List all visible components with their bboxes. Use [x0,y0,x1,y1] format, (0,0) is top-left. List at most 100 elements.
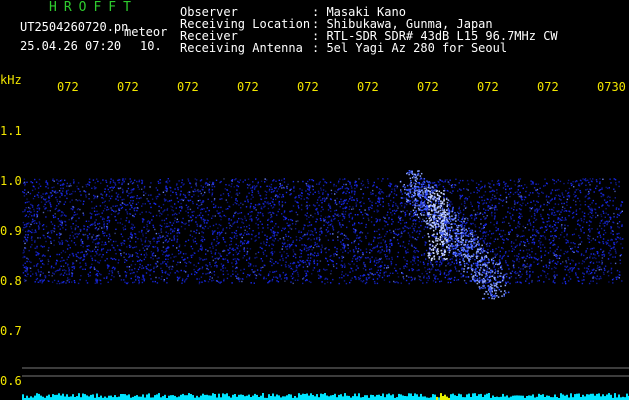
noise-pixel [24,183,26,185]
noise-pixel [618,221,621,223]
noise-pixel [236,267,238,269]
noise-pixel [421,254,423,256]
noise-pixel [377,261,379,264]
noise-pixel [377,178,379,180]
noise-pixel [420,279,422,282]
noise-pixel [165,231,167,233]
noise-pixel [56,282,58,285]
noise-pixel [367,273,369,276]
noise-pixel [470,217,473,219]
noise-pixel [349,263,351,266]
noise-pixel [401,272,404,274]
noise-pixel [286,278,288,281]
noise-pixel [211,230,214,232]
noise-pixel [128,221,130,224]
noise-pixel [409,218,411,220]
noise-pixel [577,219,580,221]
noise-pixel [308,230,310,232]
noise-pixel [550,192,552,195]
noise-pixel [40,245,42,247]
noise-pixel [344,207,347,210]
noise-pixel [44,255,46,257]
noise-pixel [246,276,248,278]
noise-pixel [214,206,217,208]
noise-pixel [235,199,237,201]
noise-pixel [224,241,226,243]
noise-pixel [167,261,169,263]
noise-pixel [242,278,244,280]
noise-pixel [167,232,169,235]
noise-pixel [165,185,167,188]
noise-pixel [353,193,356,196]
noise-pixel [132,224,134,226]
noise-pixel [62,274,65,276]
noise-pixel [574,246,576,248]
noise-pixel [160,263,162,265]
noise-pixel [144,245,146,247]
noise-pixel [269,271,271,273]
noise-pixel [494,256,496,258]
noise-pixel [528,282,530,285]
noise-pixel [95,187,97,189]
noise-pixel [39,223,41,225]
noise-pixel [552,281,554,283]
noise-pixel [456,261,458,263]
noise-pixel [94,182,96,184]
noise-pixel [473,191,475,193]
noise-pixel [273,234,276,236]
noise-pixel [152,258,154,260]
noise-pixel [515,272,517,275]
noise-pixel [240,207,242,209]
noise-pixel [48,271,50,273]
noise-pixel [50,205,52,208]
noise-pixel [53,186,55,188]
noise-pixel [121,199,123,201]
noise-pixel [138,281,140,283]
noise-pixel [271,248,273,250]
noise-pixel [216,266,218,268]
noise-pixel [426,272,428,275]
noise-pixel [369,268,371,271]
noise-pixel [463,279,466,282]
noise-pixel [345,273,347,275]
noise-pixel [600,227,603,230]
noise-pixel [532,221,535,223]
noise-pixel [451,244,453,247]
noise-pixel [562,206,564,208]
noise-pixel [370,216,373,218]
noise-pixel [41,225,44,227]
noise-pixel [513,206,515,208]
noise-pixel [41,263,44,265]
noise-pixel [458,206,461,208]
noise-pixel [141,267,143,270]
noise-pixel [392,205,394,207]
noise-pixel [56,179,58,181]
noise-pixel [341,277,343,279]
noise-pixel [564,265,566,268]
noise-pixel [438,184,440,186]
noise-pixel [235,275,238,278]
noise-pixel [584,200,586,203]
noise-pixel [326,260,329,262]
noise-pixel [397,251,400,254]
noise-pixel [518,226,520,228]
noise-pixel [144,241,146,243]
noise-pixel [169,265,171,268]
noise-pixel [556,227,558,229]
noise-pixel [466,217,469,220]
noise-pixel [128,220,130,222]
noise-pixel [181,182,183,184]
noise-pixel [162,261,164,263]
noise-pixel [129,236,131,238]
noise-pixel [587,268,590,270]
noise-pixel [150,206,152,209]
noise-pixel [35,254,37,256]
noise-pixel [264,249,266,252]
noise-pixel [170,190,172,192]
noise-pixel [27,206,30,209]
noise-pixel [71,272,73,274]
noise-pixel [571,217,574,219]
noise-pixel [270,258,272,260]
noise-pixel [222,238,225,241]
noise-pixel [336,203,338,206]
